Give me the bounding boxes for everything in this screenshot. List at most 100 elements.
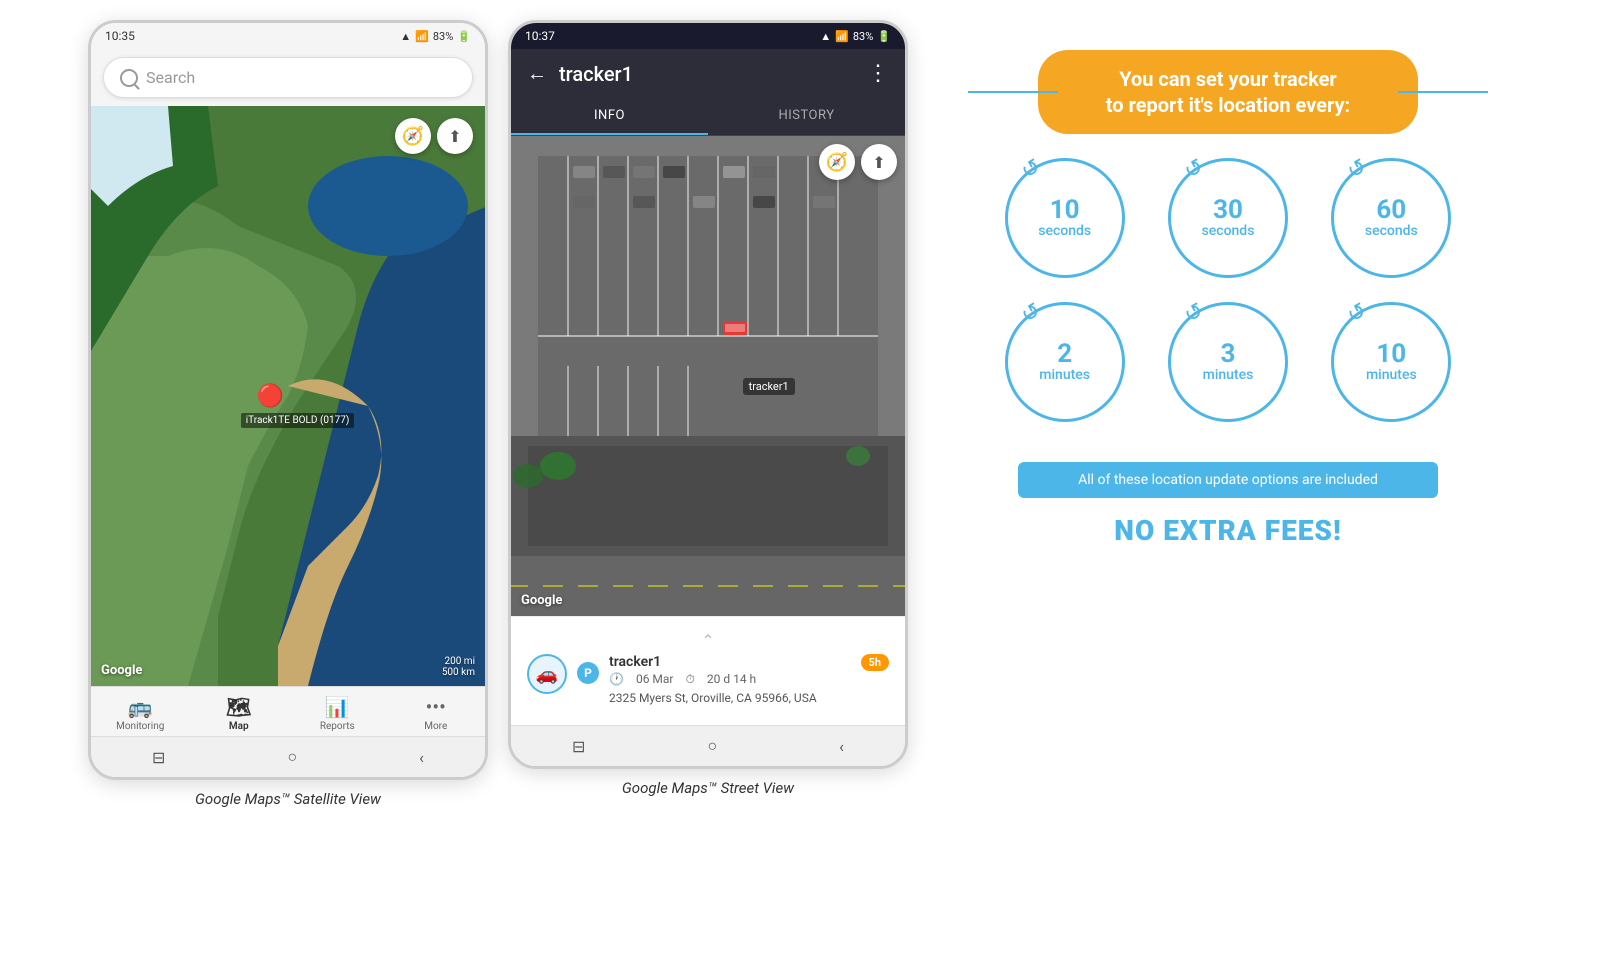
phone2-caption: Google Maps™ Street View	[622, 779, 794, 797]
p-badge: P	[577, 662, 599, 684]
circle-unit-0: seconds	[1038, 223, 1091, 239]
scroll-handle: ⌃	[527, 629, 889, 654]
tracker-duration: 20 d 14 h	[707, 672, 756, 687]
circle-arrow-2: ↺	[1343, 154, 1371, 185]
android-home-btn[interactable]: ○	[287, 747, 297, 767]
status-icons-phone2: ▲ 📶 83% 🔋	[820, 30, 891, 43]
tracker-address: 2325 Myers St, Oroville, CA 95966, USA	[609, 691, 851, 705]
menu-button[interactable]: ⋮	[867, 61, 889, 86]
circle-item-4: ↺ 3 minutes	[1161, 302, 1294, 422]
parking-svg	[511, 136, 905, 616]
nav-map[interactable]: 🗺 Map	[209, 695, 269, 732]
nav-monitoring-label: Monitoring	[116, 721, 164, 732]
headline-box: You can set your tracker to report it's …	[1038, 50, 1418, 134]
tracker-header: ← tracker1 ⋮	[511, 49, 905, 98]
battery-phone1: 83%	[433, 30, 453, 43]
nav-reports[interactable]: 📊 Reports	[307, 695, 367, 732]
google-logo-aerial: Google	[521, 593, 562, 608]
tracker-avatar: 🚗	[527, 654, 567, 694]
no-fees-banner: All of these location update options are…	[1018, 462, 1438, 498]
info-panel: You can set your tracker to report it's …	[928, 20, 1528, 577]
circle-item-1: ↺ 30 seconds	[1161, 158, 1294, 278]
headline-text: You can set your tracker to report it's …	[1070, 66, 1386, 118]
status-icons-phone1: ▲ 📶 83% 🔋	[400, 30, 471, 43]
nav-more[interactable]: ••• More	[406, 695, 466, 732]
android-back-btn[interactable]: ‹	[419, 748, 424, 767]
circle-unit-5: minutes	[1366, 367, 1417, 383]
headline-row: You can set your tracker to report it's …	[968, 50, 1488, 134]
more-icon: •••	[426, 695, 446, 719]
tracker-meta: 🕐 06 Mar ⏱ 20 d 14 h	[609, 672, 851, 687]
aerial-map[interactable]: 🧭 ⬆ tracker1 Google	[511, 136, 905, 616]
map-icon: 🗺	[226, 695, 251, 719]
tracker-info-panel: ⌃ 🚗 P tracker1 🕐 06 Mar ⏱ 20 d 14 h 2325…	[511, 616, 905, 725]
time-badge: 5h	[861, 654, 889, 671]
circle-30sec: ↺ 30 seconds	[1168, 158, 1288, 278]
android-home-btn-p2[interactable]: ○	[707, 736, 717, 756]
search-input[interactable]: Search	[103, 57, 473, 98]
circle-arrow-0: ↺	[1017, 154, 1045, 185]
circle-60sec: ↺ 60 seconds	[1331, 158, 1451, 278]
bottom-nav-phone1: 🚌 Monitoring 🗺 Map 📊 Reports ••• More	[91, 686, 485, 736]
tracker-label-satellite: iTrack1TE BOLD (0177)	[241, 413, 355, 428]
nav-reports-label: Reports	[320, 721, 355, 732]
status-bar-phone2: 10:37 ▲ 📶 83% 🔋	[511, 23, 905, 49]
circle-arrow-1: ↺	[1180, 154, 1208, 185]
circle-number-0: 10	[1050, 197, 1080, 223]
compass-button-p2[interactable]: 🧭	[819, 144, 855, 180]
tab-info[interactable]: INFO	[511, 98, 708, 135]
battery-icon: 🔋	[457, 30, 471, 43]
phone2-tracker: 10:37 ▲ 📶 83% 🔋 ← tracker1 ⋮ INFO HISTOR…	[508, 20, 908, 769]
monitoring-icon: 🚌	[128, 695, 153, 719]
compass-button[interactable]: 🧭	[395, 118, 431, 154]
circle-arrow-4: ↺	[1180, 298, 1208, 329]
battery-icon-p2: 🔋	[877, 30, 891, 43]
terrain-svg	[91, 106, 485, 686]
timer-icon: ⏱	[686, 672, 695, 687]
circle-item-3: ↺ 2 minutes	[998, 302, 1131, 422]
circle-unit-1: seconds	[1202, 223, 1255, 239]
circle-3min: ↺ 3 minutes	[1168, 302, 1288, 422]
phone1-wrapper: 10:35 ▲ 📶 83% 🔋 Search	[88, 20, 488, 808]
tracker-label-aerial: tracker1	[743, 378, 795, 395]
satellite-map[interactable]: 🧭 ⬆ 🔴 iTrack1TE BOLD (0177) Google 200 m…	[91, 106, 485, 686]
tracker-date: 06 Mar	[636, 672, 674, 687]
scale-miles: 200 mi	[442, 656, 475, 667]
navigate-button[interactable]: ⬆	[437, 118, 473, 154]
clock-icon: 🕐	[609, 672, 624, 687]
navigate-button-p2[interactable]: ⬆	[861, 144, 897, 180]
circle-number-3: 2	[1057, 341, 1072, 367]
android-nav-phone2: ⊟ ○ ‹	[511, 725, 905, 766]
circle-10min: ↺ 10 minutes	[1331, 302, 1451, 422]
tracker-info-row: 🚗 P tracker1 🕐 06 Mar ⏱ 20 d 14 h 2325 M…	[527, 654, 889, 705]
signal-icon: ▲	[400, 30, 411, 43]
circle-arrow-3: ↺	[1017, 298, 1045, 329]
phone1-satellite: 10:35 ▲ 📶 83% 🔋 Search	[88, 20, 488, 780]
circle-item-5: ↺ 10 minutes	[1325, 302, 1458, 422]
circle-unit-3: minutes	[1039, 367, 1090, 383]
satellite-background	[91, 106, 485, 686]
circle-number-1: 30	[1213, 197, 1243, 223]
circle-2min: ↺ 2 minutes	[1005, 302, 1125, 422]
tracker-tabs: INFO HISTORY	[511, 98, 905, 136]
android-back-btn-p2[interactable]: ‹	[839, 737, 844, 756]
circle-item-0: ↺ 10 seconds	[998, 158, 1131, 278]
tab-history[interactable]: HISTORY	[708, 98, 905, 135]
circle-unit-4: minutes	[1203, 367, 1254, 383]
nav-map-label: Map	[229, 721, 249, 732]
time-phone2: 10:37	[525, 29, 555, 43]
circle-number-5: 10	[1376, 341, 1406, 367]
circle-number-2: 60	[1376, 197, 1406, 223]
time-phone1: 10:35	[105, 29, 135, 43]
phone2-wrapper: 10:37 ▲ 📶 83% 🔋 ← tracker1 ⋮ INFO HISTOR…	[508, 20, 908, 797]
android-recent-btn[interactable]: ⊟	[152, 748, 165, 767]
circle-number-4: 3	[1221, 341, 1236, 367]
back-button[interactable]: ←	[527, 61, 547, 86]
circle-item-2: ↺ 60 seconds	[1325, 158, 1458, 278]
status-bar-phone1: 10:35 ▲ 📶 83% 🔋	[91, 23, 485, 49]
search-bar: Search	[91, 49, 485, 106]
tracker-device-name: tracker1	[609, 654, 851, 670]
android-recent-btn-p2[interactable]: ⊟	[572, 737, 585, 756]
nav-monitoring[interactable]: 🚌 Monitoring	[110, 695, 170, 732]
banner-text: All of these location update options are…	[1078, 472, 1378, 488]
